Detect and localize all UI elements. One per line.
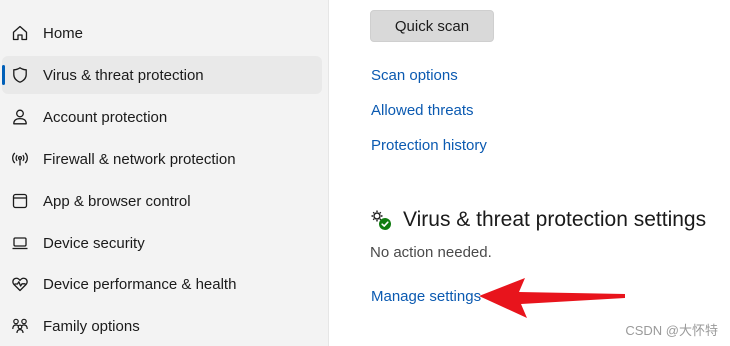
red-arrow-annotation xyxy=(479,278,625,318)
sidebar-item-label: Firewall & network protection xyxy=(43,150,236,168)
sidebar-item-label: Device performance & health xyxy=(43,275,237,293)
wifi-broadcast-icon xyxy=(10,149,30,169)
sidebar-item-label: Device security xyxy=(43,234,145,252)
section-status: No action needed. xyxy=(370,244,492,261)
selection-indicator xyxy=(2,65,5,85)
sidebar-item-firewall-network-protection[interactable]: Firewall & network protection xyxy=(2,140,322,178)
sidebar-item-home[interactable]: Home xyxy=(2,14,322,52)
heart-pulse-icon xyxy=(10,274,30,294)
sidebar-item-account-protection[interactable]: Account protection xyxy=(2,98,322,136)
sidebar-item-device-performance-health[interactable]: Device performance & health xyxy=(2,265,322,303)
sidebar-item-label: Family options xyxy=(43,317,140,335)
sidebar-item-label: Account protection xyxy=(43,108,168,126)
sidebar-item-device-security[interactable]: Device security xyxy=(2,224,322,262)
gear-check-icon xyxy=(369,208,393,232)
allowed-threats-link[interactable]: Allowed threats xyxy=(371,102,474,119)
sidebar-item-label: Virus & threat protection xyxy=(43,66,204,84)
quick-scan-button[interactable]: Quick scan xyxy=(370,10,494,42)
sidebar-item-app-browser-control[interactable]: App & browser control xyxy=(2,182,322,220)
home-icon xyxy=(10,23,30,43)
watermark: CSDN @大怀特 xyxy=(625,323,718,338)
family-icon xyxy=(10,316,30,336)
person-icon xyxy=(10,107,30,127)
sidebar-item-family-options[interactable]: Family options xyxy=(2,307,322,345)
sidebar-nav: Home Virus & threat protection Account p… xyxy=(0,0,329,346)
sidebar-item-virus-threat-protection[interactable]: Virus & threat protection xyxy=(2,56,322,94)
shield-icon xyxy=(10,65,30,85)
sidebar-item-label: Home xyxy=(43,24,84,42)
manage-settings-link[interactable]: Manage settings xyxy=(371,288,481,305)
scan-options-link[interactable]: Scan options xyxy=(371,67,458,84)
app-window-icon xyxy=(10,191,30,211)
sidebar-item-label: App & browser control xyxy=(43,192,191,210)
protection-history-link[interactable]: Protection history xyxy=(371,137,487,154)
section-title: Virus & threat protection settings xyxy=(403,208,707,231)
laptop-icon xyxy=(10,233,30,253)
